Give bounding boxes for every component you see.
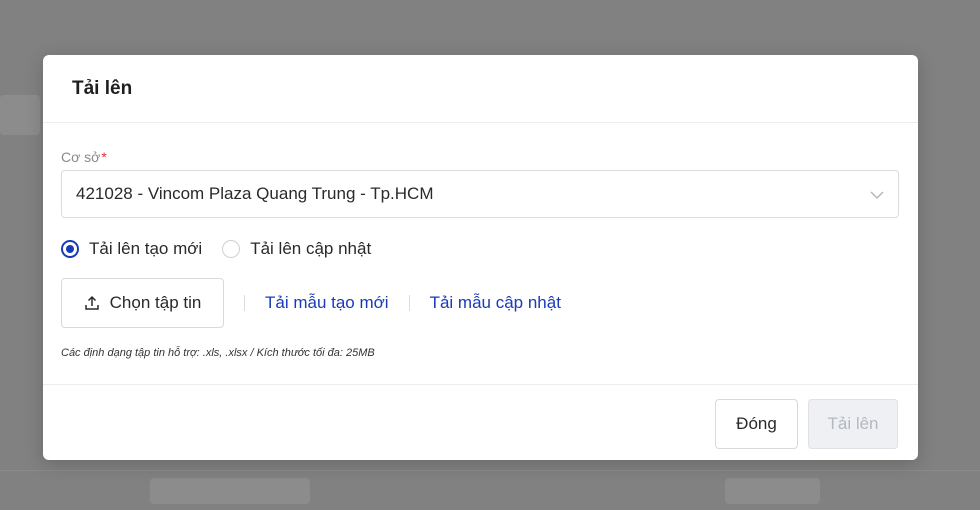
divider (244, 295, 245, 311)
facility-selected-value: 421028 - Vincom Plaza Quang Trung - Tp.H… (76, 184, 434, 203)
facility-select[interactable]: 421028 - Vincom Plaza Quang Trung - Tp.H… (61, 170, 899, 218)
file-format-hint: Các định dạng tập tin hỗ trợ: .xls, .xls… (61, 347, 375, 359)
upload-mode-group: Tải lên tạo mới Tải lên cập nhật (61, 239, 391, 259)
upload-modal: Tải lên Cơ sở* 421028 - Vincom Plaza Qua… (43, 55, 918, 460)
radio-create-new[interactable]: Tải lên tạo mới (61, 239, 202, 259)
facility-label-text: Cơ sở (61, 149, 101, 165)
radio-label: Tải lên tạo mới (89, 239, 203, 258)
radio-label: Tải lên cập nhật (250, 239, 372, 258)
choose-file-button[interactable]: Chọn tập tin (61, 278, 224, 328)
download-template-new-link[interactable]: Tải mẫu tạo mới (265, 293, 389, 313)
radio-checked-icon (61, 240, 79, 258)
modal-header: Tải lên (43, 55, 918, 123)
modal-title: Tải lên (72, 77, 133, 99)
choose-file-label: Chọn tập tin (109, 293, 202, 312)
divider (408, 295, 410, 311)
radio-update[interactable]: Tải lên cập nhật (222, 239, 371, 259)
chevron-down-icon (870, 187, 884, 207)
facility-label: Cơ sở* (61, 149, 107, 165)
close-button[interactable]: Đóng (715, 399, 798, 449)
file-actions-row: Chọn tập tin Tải mẫu tạo mới Tải mẫu cập… (61, 278, 561, 328)
modal-footer: Đóng Tải lên (43, 384, 918, 460)
radio-unchecked-icon (222, 240, 241, 258)
upload-icon (84, 295, 99, 310)
required-mark: * (101, 149, 107, 165)
download-template-update-link[interactable]: Tải mẫu cập nhật (430, 293, 561, 313)
upload-button[interactable]: Tải lên (808, 399, 898, 449)
